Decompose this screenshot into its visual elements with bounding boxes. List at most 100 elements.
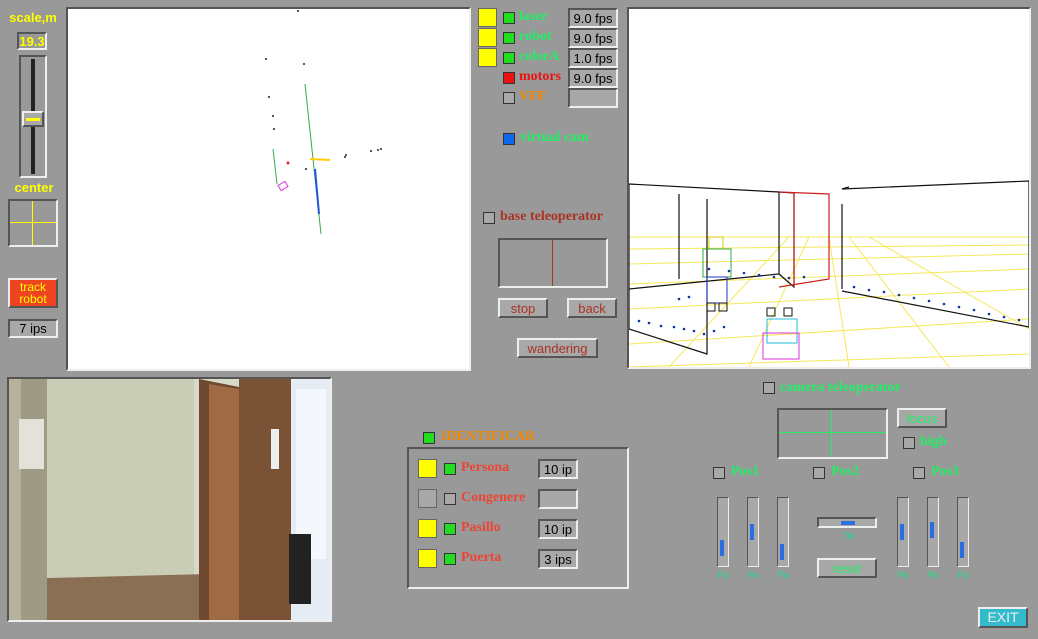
sensor-check-vff[interactable] bbox=[503, 92, 515, 104]
robot-figure bbox=[762, 307, 800, 360]
sensor-row-laser: laser 9.0 fps bbox=[478, 8, 623, 28]
identificar-check-persona[interactable] bbox=[444, 463, 456, 475]
pan-slider-3-knob[interactable] bbox=[780, 544, 784, 560]
identificar-title: IDENTIFICAR bbox=[441, 429, 536, 444]
slider-label-1: Pa bbox=[717, 570, 729, 580]
reset-button[interactable]: reset bbox=[817, 558, 877, 578]
tilt-slider[interactable] bbox=[817, 517, 877, 528]
sensor-check-laser[interactable] bbox=[503, 12, 515, 24]
ips-display: 7 ips bbox=[8, 319, 58, 338]
sensor-check-colora[interactable] bbox=[503, 52, 515, 64]
scene-drawing bbox=[629, 180, 1029, 367]
pan-slider-3[interactable] bbox=[777, 497, 789, 567]
pos3-label: Pos3 bbox=[931, 464, 959, 479]
pan-slider-2-knob[interactable] bbox=[750, 524, 754, 540]
wall-line bbox=[272, 148, 278, 185]
robot-axis-line bbox=[309, 158, 331, 161]
identificar-rate-congenere bbox=[538, 489, 578, 509]
identificar-toggle-persona[interactable] bbox=[418, 459, 437, 478]
identificar-check[interactable] bbox=[423, 432, 435, 444]
laser-point bbox=[286, 161, 290, 165]
identificar-check-pasillo[interactable] bbox=[444, 523, 456, 535]
sensor-fps-colora: 1.0 fps bbox=[568, 48, 618, 68]
pos2-check[interactable] bbox=[813, 467, 825, 479]
identificar-row-puerta: Puerta 3 ips bbox=[418, 549, 618, 571]
pan-slider-1[interactable] bbox=[717, 497, 729, 567]
virtual-3d-view[interactable] bbox=[627, 7, 1031, 369]
stop-button[interactable]: stop bbox=[498, 298, 548, 318]
pan-slider-1-knob[interactable] bbox=[720, 540, 724, 556]
pos1-check[interactable] bbox=[713, 467, 725, 479]
sensor-toggle-colora[interactable] bbox=[478, 48, 497, 67]
sensor-row-vff: VFF bbox=[478, 88, 623, 108]
sensor-row-robot: robot 9.0 fps bbox=[478, 28, 623, 48]
identificar-row-congenere: Congenere bbox=[418, 489, 618, 511]
center-pad[interactable] bbox=[8, 199, 58, 247]
identificar-check-puerta[interactable] bbox=[444, 553, 456, 565]
high-label: high bbox=[920, 434, 947, 449]
virtual-cam-check[interactable] bbox=[503, 133, 515, 145]
sensor-check-motors[interactable] bbox=[503, 72, 515, 84]
sensor-toggle-robot[interactable] bbox=[478, 28, 497, 47]
exit-button[interactable]: EXIT bbox=[978, 607, 1028, 628]
identificar-panel: Persona 10 ip Congenere Pasillo 10 ip Pu… bbox=[407, 447, 629, 589]
pan-slider-6[interactable] bbox=[957, 497, 969, 567]
sensor-row-colora: colorA 1.0 fps bbox=[478, 48, 623, 68]
scale-slider[interactable] bbox=[19, 55, 47, 178]
pan-slider-4[interactable] bbox=[897, 497, 909, 567]
sensor-fps-laser: 9.0 fps bbox=[568, 8, 618, 28]
sensor-fps-vff bbox=[568, 88, 618, 108]
virtual-cam-label: virtual cam bbox=[520, 130, 589, 145]
wandering-button[interactable]: wandering bbox=[517, 338, 598, 358]
pan-slider-6-knob[interactable] bbox=[960, 542, 964, 558]
identificar-rate-puerta: 3 ips bbox=[538, 549, 578, 569]
identificar-toggle-congenere[interactable] bbox=[418, 489, 437, 508]
slider-label-3: Pa bbox=[777, 570, 789, 580]
scale-value: 19.3 bbox=[17, 32, 47, 50]
slider-label-6: Pa bbox=[957, 570, 969, 580]
camera-teleop-check[interactable] bbox=[763, 382, 775, 394]
world-map-canvas[interactable] bbox=[66, 7, 471, 371]
pan-slider-5-knob[interactable] bbox=[930, 522, 934, 538]
sensor-label-vff: VFF bbox=[519, 89, 547, 104]
sensor-label-colora: colorA bbox=[519, 49, 560, 64]
tilt-slider-knob[interactable] bbox=[841, 521, 855, 525]
back-button[interactable]: back bbox=[567, 298, 617, 318]
camera-image-drawing bbox=[9, 379, 330, 620]
camera-image bbox=[7, 377, 332, 622]
identificar-row-pasillo: Pasillo 10 ip bbox=[418, 519, 618, 541]
identificar-toggle-pasillo[interactable] bbox=[418, 519, 437, 538]
center-label: center bbox=[14, 180, 54, 195]
sensor-fps-motors: 9.0 fps bbox=[568, 68, 618, 88]
pos1-label: Pos1 bbox=[731, 464, 759, 479]
identificar-rate-persona: 10 ip bbox=[538, 459, 578, 479]
scale-label: scale,m bbox=[9, 10, 57, 25]
track-robot-button[interactable]: track robot bbox=[8, 278, 58, 308]
identificar-check-congenere[interactable] bbox=[444, 493, 456, 505]
high-check[interactable] bbox=[903, 437, 915, 449]
pos3-check[interactable] bbox=[913, 467, 925, 479]
sensor-row-motors: motors 9.0 fps bbox=[478, 68, 623, 88]
focus-button[interactable]: focus bbox=[897, 408, 947, 428]
slider-label-4: Pa bbox=[897, 570, 909, 580]
scale-slider-knob[interactable] bbox=[22, 111, 44, 127]
sensor-check-robot[interactable] bbox=[503, 32, 515, 44]
identificar-label-puerta: Puerta bbox=[461, 550, 502, 565]
pan-slider-5[interactable] bbox=[927, 497, 939, 567]
base-teleop-pad[interactable] bbox=[498, 238, 608, 288]
identificar-label-persona: Persona bbox=[461, 460, 510, 475]
pan-slider-4-knob[interactable] bbox=[900, 524, 904, 540]
identificar-toggle-puerta[interactable] bbox=[418, 549, 437, 568]
sensor-label-robot: robot bbox=[519, 29, 552, 44]
camera-teleop-pad[interactable] bbox=[777, 408, 888, 459]
camera-teleop-label: camera teleoperator bbox=[780, 380, 901, 395]
robot-axis-line bbox=[314, 168, 320, 215]
tilt-label: Tilt bbox=[842, 531, 854, 541]
laser-points bbox=[265, 10, 382, 170]
base-teleop-check[interactable] bbox=[483, 212, 495, 224]
identificar-label-congenere: Congenere bbox=[461, 490, 526, 505]
sensor-toggle-laser[interactable] bbox=[478, 8, 497, 27]
slider-label-2: Pa bbox=[747, 570, 759, 580]
pan-slider-2[interactable] bbox=[747, 497, 759, 567]
identificar-row-persona: Persona 10 ip bbox=[418, 459, 618, 481]
